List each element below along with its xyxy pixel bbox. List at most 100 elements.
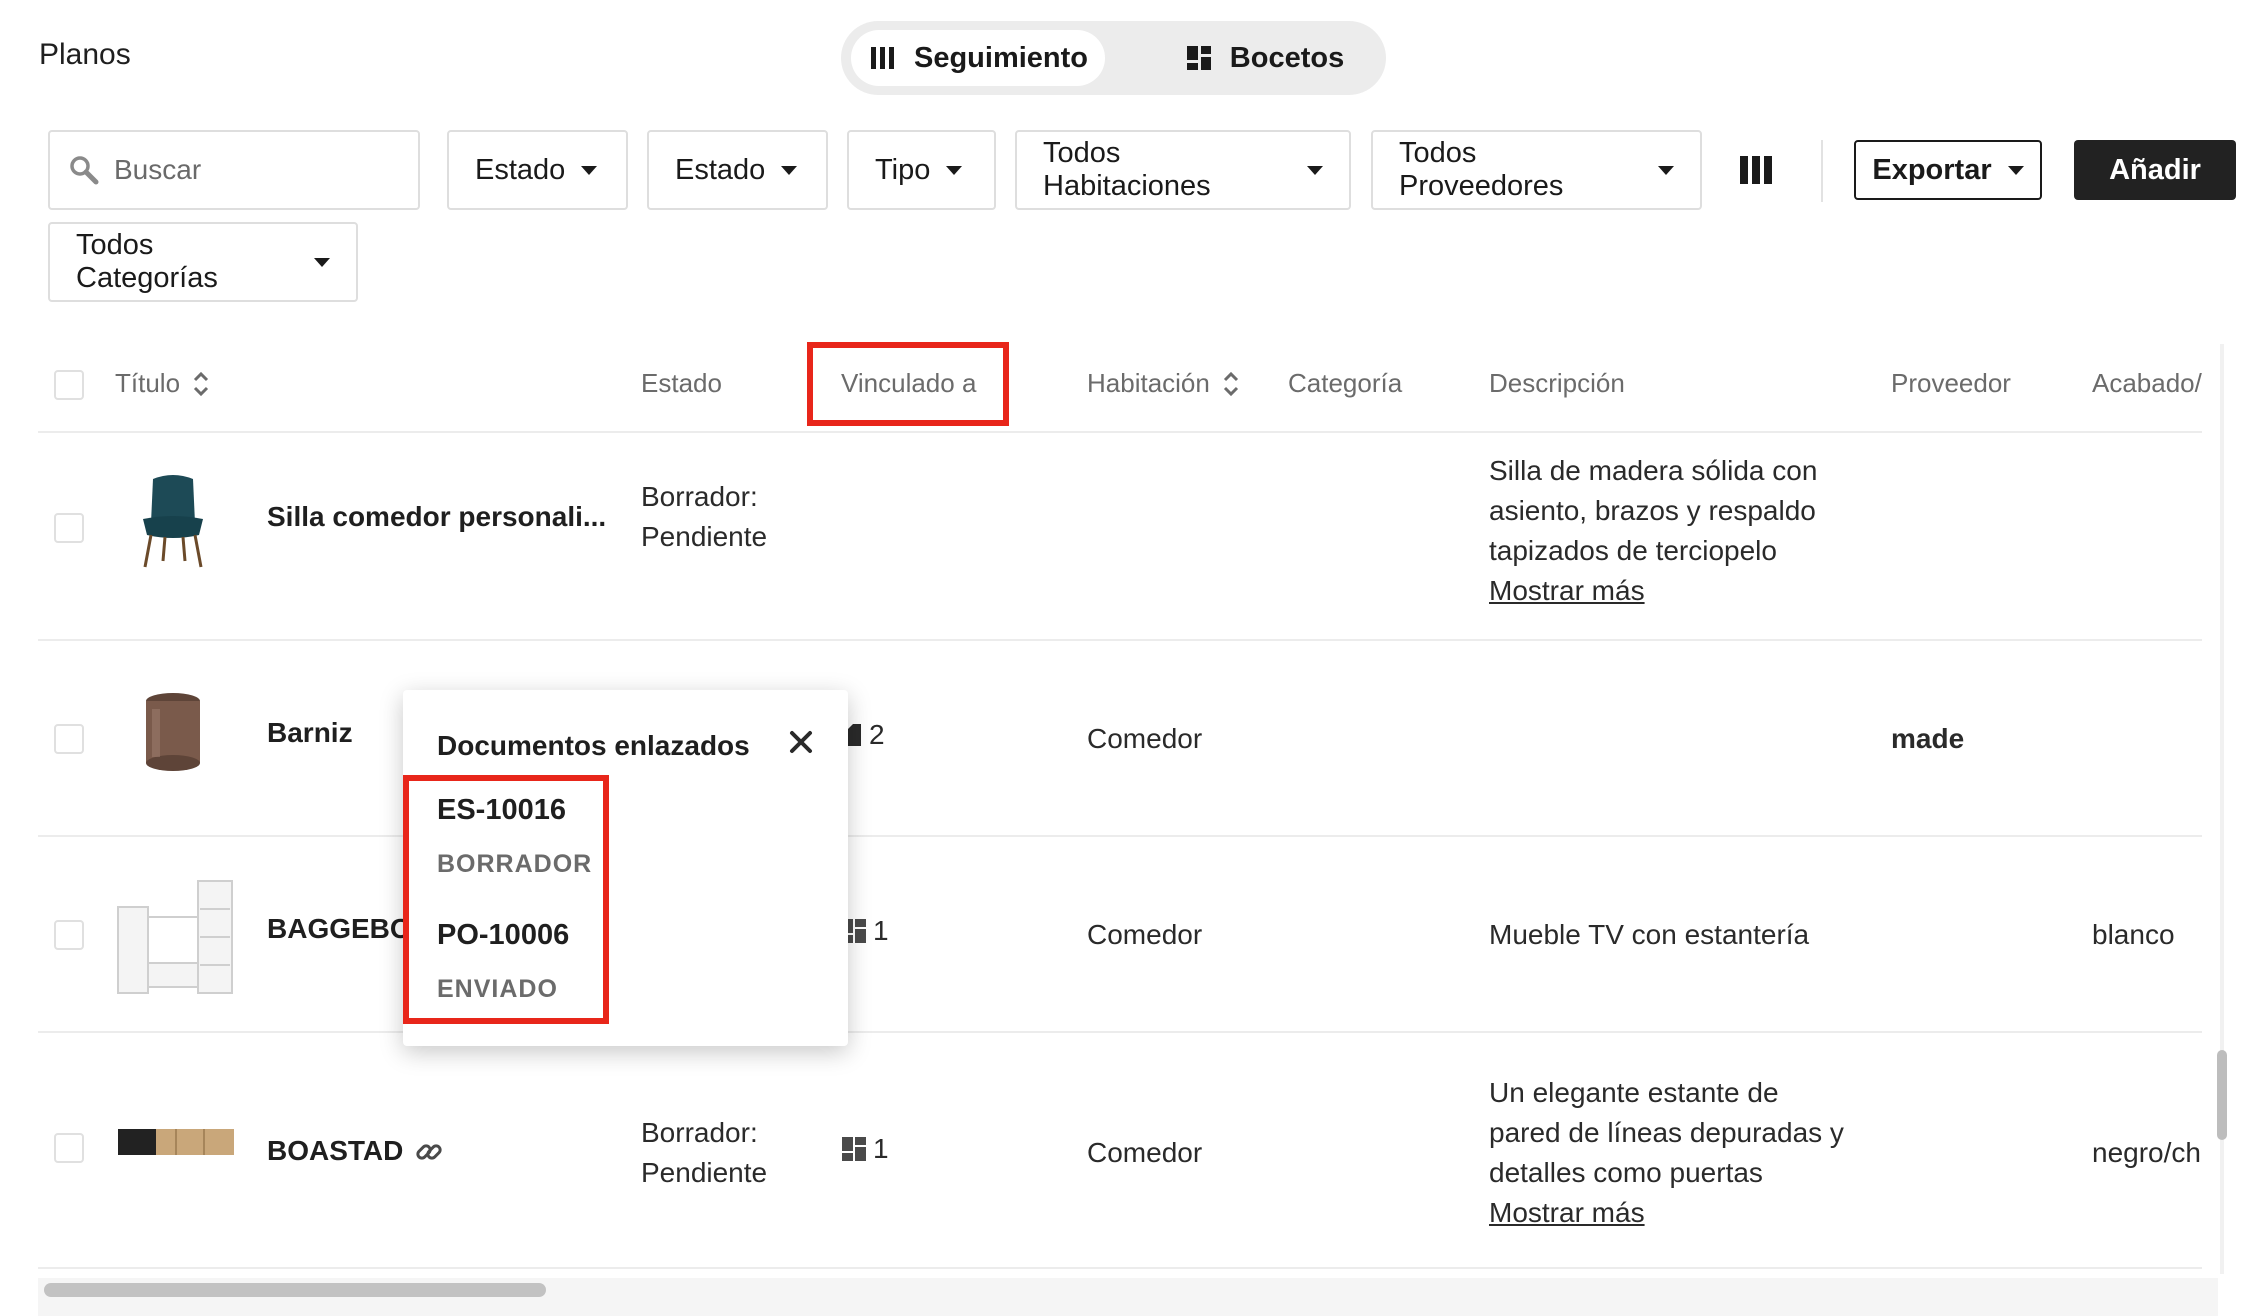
row-checkbox[interactable] — [54, 1133, 84, 1163]
suppliers-filter[interactable]: Todos Proveedores — [1371, 130, 1702, 210]
linked-documents[interactable]: 1 — [841, 915, 889, 947]
dashboard-icon — [842, 1137, 866, 1161]
column-settings-icon[interactable] — [1738, 152, 1774, 188]
row-checkbox[interactable] — [54, 513, 84, 543]
row-title[interactable]: Barniz — [267, 713, 353, 753]
search-box[interactable] — [48, 130, 420, 210]
popover-title: Documentos enlazados — [437, 730, 750, 761]
tab-tracking-label: Seguimiento — [913, 41, 1088, 74]
column-header-room-label: Habitación — [1087, 368, 1210, 398]
toolbar-divider — [1821, 140, 1823, 202]
tv-unit-thumbnail — [117, 880, 233, 994]
document-code-link[interactable]: PO-10006 — [437, 919, 569, 952]
row-supplier: made — [1891, 723, 1965, 754]
column-header-supplier[interactable]: Proveedor — [1891, 368, 2011, 399]
column-header-title-label: Título — [115, 368, 181, 398]
vertical-scrollbar[interactable] — [2217, 1050, 2227, 1140]
table-row[interactable]: BOASTAD Borrador: Pendiente 1 Comedor Un… — [38, 1033, 2202, 1269]
column-header-status[interactable]: Estado — [641, 368, 722, 399]
table-row[interactable]: BAGGEBO 1 Comedor Mueble TV con estanter… — [38, 837, 2202, 1033]
column-header-finish[interactable]: Acabado/ — [2092, 368, 2202, 399]
items-table: Título Estado Vinculado a Habitación Cat… — [38, 344, 2202, 1274]
caret-down-icon — [314, 257, 330, 267]
row-status-line2: Pendiente — [641, 1157, 768, 1188]
caret-down-icon — [1307, 165, 1323, 175]
linked-count: 2 — [869, 719, 885, 750]
row-room: Comedor — [1087, 919, 1203, 950]
show-more-link[interactable]: Mostrar más — [1489, 1193, 1645, 1233]
column-header-linked[interactable]: Vinculado a — [841, 368, 976, 399]
caret-down-icon — [2007, 165, 2024, 175]
type-filter-label: Tipo — [875, 153, 931, 186]
export-button[interactable]: Exportar — [1854, 140, 2042, 200]
column-header-category[interactable]: Categoría — [1288, 368, 1402, 399]
row-status-line2: Pendiente — [641, 521, 768, 552]
row-description-line: Mueble TV con estantería — [1489, 919, 1810, 950]
show-more-link[interactable]: Mostrar más — [1489, 571, 1645, 611]
tab-sketches-label: Bocetos — [1229, 41, 1345, 74]
link-icon[interactable] — [414, 1137, 444, 1167]
document-status: BORRADOR — [437, 850, 593, 878]
sort-icon[interactable] — [1222, 369, 1240, 399]
linked-count: 1 — [873, 1133, 889, 1164]
tab-sketches[interactable]: Bocetos — [1159, 30, 1369, 86]
status-filter-1[interactable]: Estado — [447, 130, 628, 210]
wall-shelf-thumbnail — [118, 1129, 234, 1155]
status-filter-2[interactable]: Estado — [647, 130, 828, 210]
status-filter-2-label: Estado — [675, 153, 766, 186]
document-code-link[interactable]: ES-10016 — [437, 794, 566, 827]
linked-documents[interactable]: 1 — [841, 1133, 889, 1165]
add-button[interactable]: Añadir — [2074, 140, 2236, 200]
status-filter-1-label: Estado — [475, 153, 566, 186]
row-checkbox[interactable] — [54, 920, 84, 950]
export-button-label: Exportar — [1872, 153, 1992, 186]
columns-icon — [870, 47, 894, 69]
document-status: ENVIADO — [437, 975, 558, 1003]
table-header: Título Estado Vinculado a Habitación Cat… — [38, 344, 2202, 433]
row-description-line: Silla de madera sólida con — [1489, 455, 1818, 486]
caret-down-icon — [781, 165, 798, 175]
sort-icon[interactable] — [192, 369, 210, 399]
suppliers-filter-label: Todos Proveedores — [1399, 137, 1564, 202]
row-checkbox[interactable] — [54, 724, 84, 754]
row-description-line: tapizados de terciopelo — [1489, 535, 1777, 566]
varnish-can-thumbnail — [146, 693, 200, 771]
table-row[interactable]: Barniz 2 Comedor made — [38, 641, 2202, 837]
row-title[interactable]: BOASTAD — [267, 1131, 403, 1171]
select-all-checkbox[interactable] — [54, 370, 84, 400]
horizontal-scrollbar[interactable] — [44, 1283, 546, 1297]
caret-down-icon — [581, 165, 598, 175]
chair-thumbnail — [143, 475, 203, 568]
row-description-line: pared de líneas depuradas y — [1489, 1117, 1844, 1148]
search-input[interactable] — [114, 154, 394, 186]
column-header-description[interactable]: Descripción — [1489, 368, 1625, 399]
categories-filter-label: Todos Categorías — [76, 229, 218, 294]
row-description-line: Un elegante estante de — [1489, 1077, 1779, 1108]
row-status-line1: Borrador: — [641, 481, 758, 512]
row-description-line: asiento, brazos y respaldo — [1489, 495, 1816, 526]
column-header-room[interactable]: Habitación — [1087, 368, 1240, 399]
linked-documents-popover: Documentos enlazados ES-10016 BORRADOR P… — [403, 690, 848, 1046]
row-finish: blanco — [2092, 919, 2175, 950]
rooms-filter[interactable]: Todos Habitaciones — [1015, 130, 1351, 210]
type-filter[interactable]: Tipo — [847, 130, 996, 210]
caret-down-icon — [1658, 165, 1674, 175]
page-title: Planos — [39, 38, 131, 71]
linked-count: 1 — [873, 915, 889, 946]
view-toggle: Seguimiento Bocetos — [841, 21, 1386, 95]
categories-filter[interactable]: Todos Categorías — [48, 222, 358, 302]
dashboard-icon — [1186, 46, 1211, 70]
row-room: Comedor — [1087, 1137, 1203, 1168]
row-title[interactable]: BAGGEBO — [267, 909, 412, 949]
table-row[interactable]: Silla comedor personali... Borrador: Pen… — [38, 433, 2202, 641]
close-icon[interactable] — [787, 728, 815, 756]
caret-down-icon — [946, 165, 963, 175]
tab-tracking[interactable]: Seguimiento — [851, 30, 1105, 86]
rooms-filter-label: Todos Habitaciones — [1043, 137, 1211, 202]
row-finish: negro/ch — [2092, 1137, 2201, 1168]
search-icon — [70, 156, 99, 185]
row-status-line1: Borrador: — [641, 1117, 758, 1148]
row-title[interactable]: Silla comedor personali... — [267, 497, 606, 537]
column-header-title[interactable]: Título — [115, 368, 210, 399]
row-room: Comedor — [1087, 723, 1203, 754]
